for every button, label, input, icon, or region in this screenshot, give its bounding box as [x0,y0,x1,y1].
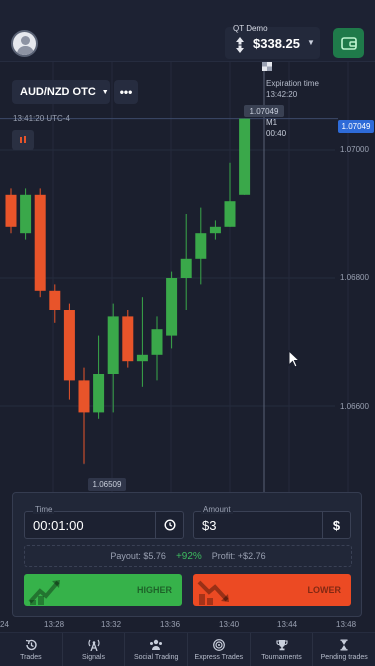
wallet-icon [340,37,357,50]
antenna-icon [87,639,100,651]
lower-label: LOWER [307,585,342,595]
x-axis-label: 13:32 [101,620,122,629]
current-price-marker: 1.07049 [244,105,284,117]
expiration-time: 13:42:20 [266,90,298,99]
amount-value: $3 [202,518,217,533]
higher-button[interactable]: HIGHER [24,574,182,606]
clock-icon [163,519,176,531]
lower-button[interactable]: LOWER [193,574,351,606]
nav-label: Signals [82,653,105,661]
x-axis-label: 13:40 [219,620,240,629]
trend-up-icon [28,580,60,605]
balance-value: $338.25 [253,36,300,51]
trophy-icon [275,639,288,650]
x-axis-label: 13:44 [277,620,298,629]
candle-timer: 00:40 [266,129,287,138]
x-axis-label: 13:36 [160,620,181,629]
account-selector[interactable]: QT Demo $338.25 ▼ [225,24,320,59]
nav-express-trades[interactable]: Express Trades [188,633,251,666]
x-axis-label: 13:28 [44,620,65,629]
indicators-button[interactable] [12,130,34,150]
x-axis-label: 24 [0,620,9,629]
account-mode: QT Demo [233,24,268,33]
swap-icon [236,37,244,53]
more-button[interactable]: ••• [114,80,138,104]
chevron-down-icon: ▼ [307,38,315,47]
avatar-head [21,36,30,45]
candle-body [166,278,178,336]
payout-percent: +92% [175,550,202,562]
nav-label: Social Trading [134,653,179,661]
profit-value: Profit: +$2.76 [211,551,266,561]
trend-down-icon [197,580,229,605]
payout-info: Payout: $5.76 +92% Profit: +$2.76 [24,545,352,567]
avatar-body [17,46,34,55]
bottom-nav: Trades Signals Social Trading Express Tr… [0,632,375,666]
candle-body [63,310,75,381]
candle-body [209,226,221,234]
candle-body [122,316,134,362]
nav-social-trading[interactable]: Social Trading [125,633,189,666]
candle-body [195,233,207,259]
low-price-marker: 1.06509 [88,478,126,491]
payout-value: Payout: $5.76 [110,551,166,561]
flag-icon [262,62,272,71]
top-bar: QT Demo $338.25 ▼ [0,0,375,62]
nav-pending-trades[interactable]: Pending trades [313,633,375,666]
candle-body [49,290,61,310]
hourglass-icon [340,639,348,650]
mouse-cursor-icon [288,350,300,368]
avatar[interactable] [11,30,38,57]
x-axis-label: 13:48 [336,620,357,629]
time-field[interactable]: 00:01:00 [24,511,184,539]
nav-label: Trades [20,653,42,661]
time-label: Time [33,505,55,514]
higher-label: HIGHER [136,585,172,595]
server-clock: 13:41:20 UTC-4 [13,114,70,123]
nav-tournaments[interactable]: Tournaments [251,633,314,666]
amount-label: Amount [201,505,233,514]
target-icon [212,638,225,651]
candle-body [224,201,236,227]
candles-icon [20,136,26,143]
nav-signals[interactable]: Signals [63,633,126,666]
more-icon: ••• [119,85,133,99]
y-axis-label: 1.06600 [340,402,369,411]
trade-panel: 00:01:00 Time $3 $ Amount Payout: $5.76 … [12,492,362,617]
expiration-info: Expiration time 13:42:20 [266,78,319,100]
nav-trades[interactable]: Trades [0,633,63,666]
expiration-label: Expiration time [266,79,319,88]
nav-label: Tournaments [261,653,302,661]
candle-body [78,380,90,413]
time-value: 00:01:00 [33,518,84,533]
currency-button[interactable]: $ [322,512,350,538]
timeframe-info: M1 00:40 [266,117,286,139]
candle-body [239,118,251,195]
y-axis-label: 1.07000 [340,145,369,154]
candle-body [136,354,148,362]
candle-body [5,194,17,227]
candle-body [107,316,119,374]
candle-body [151,329,163,355]
candle-body [20,194,32,234]
amount-field[interactable]: $3 $ [193,511,351,539]
nav-label: Express Trades [194,653,244,661]
y-axis-label: 1.06800 [340,273,369,282]
candle-body [93,374,105,413]
asset-label: AUD/NZD OTC [20,86,96,98]
candle-body [180,258,192,278]
price-tag: 1.07049 [338,120,374,133]
timeframe: M1 [266,118,278,127]
dollar-icon: $ [332,517,341,533]
asset-selector[interactable]: AUD/NZD OTC ▼ [12,80,110,104]
chevron-down-icon: ▼ [101,88,109,96]
wallet-button[interactable] [333,28,364,58]
candle-body [34,194,46,291]
time-picker-button[interactable] [155,512,183,538]
people-icon [150,639,163,650]
nav-label: Pending trades [320,653,368,661]
history-icon [25,639,37,650]
